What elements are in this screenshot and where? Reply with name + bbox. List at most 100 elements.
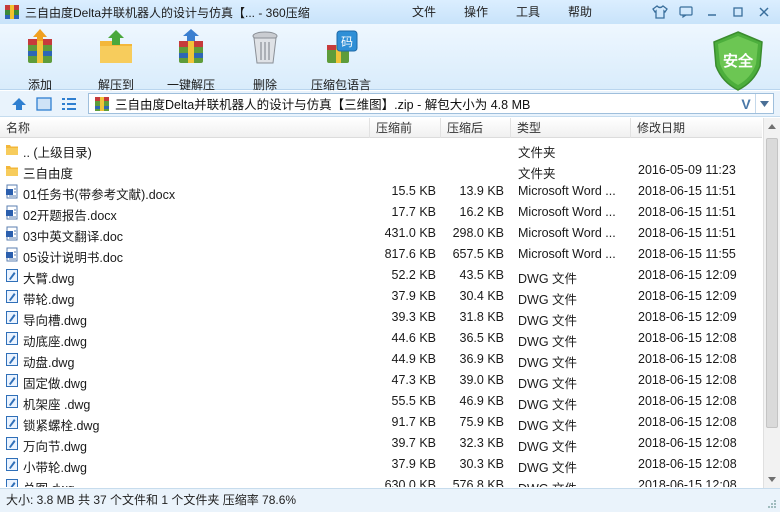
menu-tools[interactable]: 工具: [502, 0, 554, 24]
safe-label: 安全: [723, 52, 754, 70]
file-type: Microsoft Word ...: [518, 184, 616, 198]
file-row[interactable]: 锁紧螺栓.dwg 91.7 KB 75.9 KB DWG 文件 2018-06-15 1…: [0, 412, 762, 433]
minimize-icon: [708, 14, 716, 16]
one-click-extract-button[interactable]: 一键解压: [155, 27, 227, 93]
file-size-after: 30.3 KB: [459, 457, 504, 471]
file-modified-date: 2018-06-15 12:09: [638, 289, 737, 303]
dwg-file-icon: [5, 331, 19, 346]
file-size-before: 431.0 KB: [384, 226, 436, 240]
file-size-after: 36.5 KB: [459, 331, 504, 345]
scroll-thumb[interactable]: [766, 138, 778, 428]
word-doc-icon: [5, 247, 19, 262]
file-name: 带轮.dwg: [23, 293, 75, 307]
column-compressed[interactable]: 压缩前: [370, 118, 441, 138]
file-row[interactable]: 动盘.dwg 44.9 KB 36.9 KB DWG 文件 2018-06-15 12:…: [0, 349, 762, 370]
file-modified-date: 2018-06-15 12:09: [638, 268, 737, 282]
file-size-after: 75.9 KB: [459, 415, 504, 429]
file-modified-date: 2018-06-15 11:51: [638, 226, 736, 240]
path-dropdown-button[interactable]: [755, 94, 773, 113]
thumbnail-view-button[interactable]: [35, 95, 53, 113]
file-row[interactable]: 固定做.dwg 47.3 KB 39.0 KB DWG 文件 2018-06-15 12…: [0, 370, 762, 391]
file-type: DWG 文件: [518, 440, 578, 454]
list-view-icon: [62, 98, 76, 110]
delete-button[interactable]: 删除: [229, 27, 301, 93]
file-row[interactable]: 机架座 .dwg 55.5 KB 46.9 KB DWG 文件 2018-06-15 1…: [0, 391, 762, 412]
file-row[interactable]: 小带轮.dwg 37.9 KB 30.3 KB DWG 文件 2018-06-15 12…: [0, 454, 762, 475]
path-field[interactable]: 三自由度Delta并联机器人的设计与仿真【三维图】.zip - 解包大小为 4.…: [88, 93, 774, 114]
file-row[interactable]: 三自由度 文件夹 2016-05-09 11:23: [0, 160, 762, 181]
menu-help[interactable]: 帮助: [554, 0, 606, 24]
close-icon: [759, 7, 769, 17]
file-row[interactable]: 总图.dwg 630.0 KB 576.8 KB DWG 文件 2018-06-15 1…: [0, 475, 762, 487]
vertical-scrollbar[interactable]: [763, 118, 780, 488]
file-modified-date: 2018-06-15 11:51: [638, 205, 736, 219]
chevron-down-icon: [760, 100, 769, 107]
file-name: 03中英文翻译.doc: [23, 230, 124, 244]
maximize-button[interactable]: [726, 2, 750, 22]
zip-archive-icon: [95, 96, 109, 111]
resize-grip-icon[interactable]: [767, 499, 777, 509]
menu-operation[interactable]: 操作: [450, 0, 502, 24]
v-icon[interactable]: V: [737, 96, 755, 112]
word-doc-icon: [5, 184, 19, 199]
file-row[interactable]: 02开题报告.docx 17.7 KB 16.2 KB Microsoft Word …: [0, 202, 762, 223]
file-size-before: 55.5 KB: [391, 394, 436, 408]
window-title: 三自由度Delta并联机器人的设计与仿真【... - 360压缩: [25, 5, 310, 20]
scroll-up-button[interactable]: [764, 118, 780, 135]
column-modified[interactable]: 修改日期: [631, 118, 762, 138]
dwg-file-icon: [5, 457, 19, 472]
tshirt-icon: [652, 5, 668, 19]
dwg-file-icon: [5, 415, 19, 430]
file-row[interactable]: 万向节.dwg 39.7 KB 32.3 KB DWG 文件 2018-06-15 12…: [0, 433, 762, 454]
up-level-button[interactable]: [10, 95, 28, 113]
skin-button[interactable]: [648, 2, 672, 22]
status-summary: 大小: 3.8 MB 共 37 个文件和 1 个文件夹 压缩率 78.6%: [6, 493, 297, 507]
scroll-down-button[interactable]: [764, 471, 780, 488]
extract-to-button[interactable]: 解压到: [80, 27, 152, 93]
file-row[interactable]: 03中英文翻译.doc 431.0 KB 298.0 KB Microsoft Wor…: [0, 223, 762, 244]
file-name: .. (上级目录): [23, 146, 92, 160]
list-view-button[interactable]: [60, 95, 78, 113]
column-name[interactable]: 名称: [0, 118, 370, 138]
archive-path: 三自由度Delta并联机器人的设计与仿真【三维图】.zip - 解包大小为 4.…: [115, 98, 531, 112]
file-size-before: 52.2 KB: [391, 268, 436, 282]
scroll-down-arrow-icon: [768, 477, 776, 482]
file-name: 05设计说明书.doc: [23, 251, 124, 265]
file-row[interactable]: 01任务书(带参考文献).docx 15.5 KB 13.9 KB Microsoft…: [0, 181, 762, 202]
column-type[interactable]: 类型: [511, 118, 631, 138]
dwg-file-icon: [5, 310, 19, 325]
file-type: DWG 文件: [518, 314, 578, 328]
file-size-after: 39.0 KB: [459, 373, 504, 387]
toolbar: 添加 解压到 一键解压 删除 码 压缩包语言 安全: [0, 24, 780, 93]
dwg-file-icon: [5, 478, 19, 487]
file-modified-date: 2018-06-15 12:08: [638, 478, 737, 487]
column-uncompressed[interactable]: 压缩后: [441, 118, 511, 138]
file-modified-date: 2018-06-15 12:08: [638, 415, 737, 429]
file-row[interactable]: .. (上级目录) 文件夹: [0, 139, 762, 160]
file-type: Microsoft Word ...: [518, 205, 616, 219]
close-button[interactable]: [752, 2, 776, 22]
file-row[interactable]: 大臂.dwg 52.2 KB 43.5 KB DWG 文件 2018-06-15 12:…: [0, 265, 762, 286]
file-row[interactable]: 05设计说明书.doc 817.6 KB 657.5 KB Microsoft Wor…: [0, 244, 762, 265]
dwg-file-icon: [5, 373, 19, 388]
file-size-before: 39.7 KB: [391, 436, 436, 450]
feedback-button[interactable]: [674, 2, 698, 22]
file-type: DWG 文件: [518, 461, 578, 475]
language-button[interactable]: 码 压缩包语言: [305, 27, 377, 93]
file-row[interactable]: 带轮.dwg 37.9 KB 30.4 KB DWG 文件 2018-06-15 12:…: [0, 286, 762, 307]
file-row[interactable]: 导向槽.dwg 39.3 KB 31.8 KB DWG 文件 2018-06-15 12…: [0, 307, 762, 328]
file-size-before: 39.3 KB: [391, 310, 436, 324]
file-type: 文件夹: [518, 167, 556, 181]
file-modified-date: 2018-06-15 12:08: [638, 394, 737, 408]
file-name: 固定做.dwg: [23, 377, 87, 391]
file-type: DWG 文件: [518, 377, 578, 391]
minimize-button[interactable]: [700, 2, 724, 22]
menu-file[interactable]: 文件: [398, 0, 450, 24]
up-arrow-icon: [12, 98, 26, 110]
file-type: DWG 文件: [518, 419, 578, 433]
safe-shield-icon[interactable]: 安全: [710, 30, 766, 92]
file-list: .. (上级目录) 文件夹 三自由度 文件夹 2016-05-09 11:23 01任务书…: [0, 139, 762, 487]
file-row[interactable]: 动底座.dwg 44.6 KB 36.5 KB DWG 文件 2018-06-15 12…: [0, 328, 762, 349]
file-modified-date: 2018-06-15 12:08: [638, 436, 737, 450]
add-button[interactable]: 添加: [4, 27, 76, 93]
